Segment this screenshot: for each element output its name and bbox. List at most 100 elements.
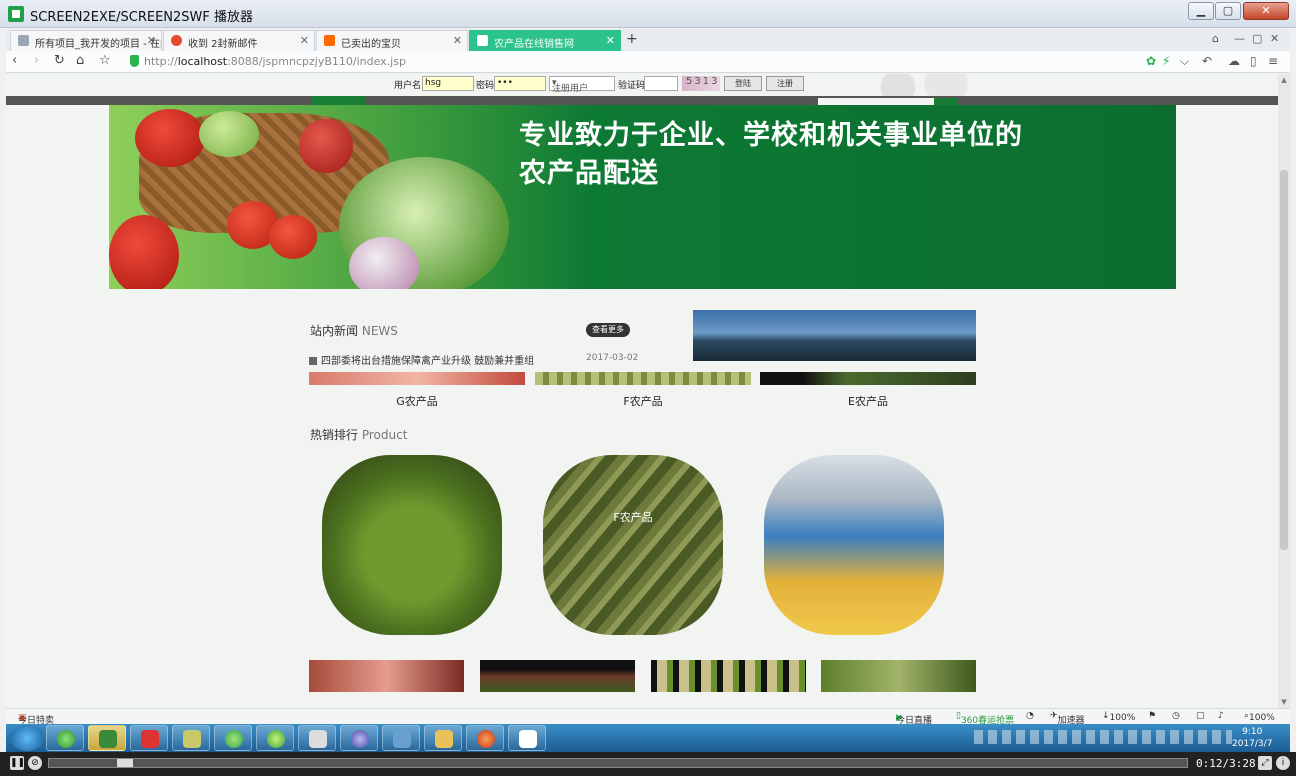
fullscreen-button[interactable]: ⤢ [1258,756,1272,770]
taskbar-app-player[interactable] [88,725,126,751]
scroll-thumb[interactable] [1280,170,1288,550]
phone-icon[interactable]: ▯ [1250,54,1257,68]
banner-slogan: 专业致力于企业、学校和机关事业单位的 农产品配送 [519,117,1023,193]
system-tray [974,728,1234,748]
tab-mail[interactable]: 收到 2封新邮件 ✕ [163,30,315,51]
tray-icons[interactable] [974,730,1232,744]
accelerator-link[interactable]: ✈ 加速器 [1050,711,1085,726]
extension-icon[interactable]: ✿ [1146,54,1156,68]
news-photo[interactable] [693,310,976,361]
progress-track[interactable] [48,758,1188,768]
zoom-indicator[interactable]: ⌕ 100% [1244,711,1275,723]
window-icon[interactable]: ▢ [1196,711,1205,721]
maximize-button[interactable]: ▢ [1215,2,1241,20]
progress-thumb[interactable] [117,759,133,767]
news-more-button[interactable]: 查看更多 [586,323,630,337]
tab-projects[interactable]: 所有项目_我开发的项目 - 在线... ✕ [10,30,162,51]
browser-minimize-icon[interactable]: — [1234,32,1245,45]
hot-product-banana[interactable] [322,455,502,635]
tab-agri-shop[interactable]: 农产品在线销售网 ✕ [469,30,621,51]
tab-label: 已卖出的宝贝 [341,39,401,50]
taskbar-app-tools[interactable] [172,725,210,751]
speed-icon[interactable]: ⚡ [1162,54,1170,68]
url-field[interactable]: http://localhost:8088/jspmncpzjyB110/ind… [144,55,406,68]
news-list-item[interactable]: 四部委将出台措施保障禽产业升级 鼓励兼并重组 [309,352,534,367]
taskbar-clock[interactable]: 9:10 2017/3/7 [1232,726,1272,750]
pepper-image [109,215,179,289]
start-button[interactable] [10,725,44,751]
product-thumb[interactable] [821,660,976,692]
settings-icon[interactable]: ◔ [1026,711,1034,721]
info-button[interactable]: i [1276,756,1290,770]
captcha-input[interactable] [644,76,678,91]
taskbar-app-explorer[interactable] [424,725,462,751]
ticket-link[interactable]: ▯ 360春运抢票 [956,711,1014,726]
tab-list-icon[interactable]: ⌂ [1212,32,1219,45]
password-input[interactable]: ••• [494,76,546,91]
taskbar-app-chat[interactable] [298,725,336,751]
scroll-up-icon[interactable]: ▲ [1278,74,1290,86]
nav-active-item[interactable] [312,96,366,105]
scroll-down-icon[interactable]: ▼ [1278,696,1290,708]
product-thumb-g[interactable] [309,372,525,385]
tab-label: 农产品在线销售网 [494,39,574,50]
title-bar: SCREEN2EXE/SCREEN2SWF 播放器 ▁ ▢ ✕ [0,0,1296,28]
product-thumb[interactable] [309,660,464,692]
cloud-icon[interactable]: ☁ [1228,54,1240,68]
product-thumb[interactable] [480,660,635,692]
volume-icon[interactable]: ♪ [1218,711,1224,721]
new-tab-icon[interactable]: + [626,31,638,47]
undo-icon[interactable]: ↶ [1202,54,1212,68]
browser-close-icon[interactable]: ✕ [1270,32,1279,45]
flag-icon[interactable]: ⚑ [1148,711,1156,721]
product-label[interactable]: G农产品 [309,393,525,409]
address-bar: ‹ › ↻ ⌂ ☆ http://localhost:8088/jspmncpz… [6,51,1290,73]
taskbar-app-ie[interactable] [256,725,294,751]
back-icon[interactable]: ‹ [12,53,17,68]
page-scrollbar[interactable]: ▲ ▼ [1278,74,1290,708]
browser-status-bar: ▣ 今日特卖 ▶ 今日直播 ▯ 360春运抢票 ◔ ✈ 加速器 ↓ 100% ⚑… [6,708,1290,726]
product-label[interactable]: E农产品 [760,393,976,409]
home-icon[interactable]: ⌂ [76,53,84,68]
product-thumb-f[interactable] [535,372,751,385]
taskbar-app-eclipse[interactable] [340,725,378,751]
hot-product-factory[interactable] [764,455,944,635]
close-tab-icon[interactable]: ✕ [606,34,615,47]
nav-search-button[interactable] [934,98,958,105]
role-select[interactable]: 注册用户 ▾ [549,76,615,94]
taskbar-app-db[interactable] [382,725,420,751]
pepper-image [135,109,205,167]
menu-icon[interactable]: ≡ [1268,54,1278,68]
tab-sold[interactable]: 已卖出的宝贝 ✕ [316,30,468,51]
restore-icon[interactable]: ◷ [1172,711,1180,721]
stop-button[interactable]: ⊘ [28,756,42,770]
page-viewport: 用户名 hsg 密码 ••• 注册用户 ▾ 验证码 5313 登陆 注册 专业致… [6,74,1278,708]
minimize-button[interactable]: ▁ [1188,2,1214,20]
pause-button[interactable]: ❚❚ [10,756,25,770]
taskbar-app-360[interactable] [46,725,84,751]
login-button[interactable]: 登陆 [724,76,762,91]
chevron-down-icon[interactable]: ⌵ [1180,54,1189,69]
reload-icon[interactable]: ↻ [54,53,65,68]
close-button[interactable]: ✕ [1243,2,1289,20]
taskbar-app-paint[interactable] [508,725,546,751]
product-thumb-e[interactable] [760,372,976,385]
nav-search-box[interactable] [818,98,934,105]
taskbar-app-red[interactable] [130,725,168,751]
browser-tab-bar: 所有项目_我开发的项目 - 在线... ✕ 收到 2封新邮件 ✕ 已卖出的宝贝 … [6,29,1290,51]
close-tab-icon[interactable]: ✕ [300,34,309,47]
bookmark-star-icon[interactable]: ☆ [99,53,111,68]
hot-product-corn[interactable]: F农产品 [543,455,723,635]
close-tab-icon[interactable]: ✕ [453,34,462,47]
product-label[interactable]: F农产品 [535,393,751,409]
register-button[interactable]: 注册 [766,76,804,91]
username-input[interactable]: hsg [422,76,474,91]
product-thumb[interactable] [651,660,806,692]
download-indicator[interactable]: ↓ 100% [1102,711,1135,723]
taskbar-app-recorder[interactable] [466,725,504,751]
browser-restore-icon[interactable]: ▢ [1252,32,1262,45]
taskbar-app-browser[interactable] [214,725,252,751]
close-tab-icon[interactable]: ✕ [147,34,156,47]
captcha-image[interactable]: 5313 [682,76,720,91]
forward-icon[interactable]: › [34,53,39,68]
